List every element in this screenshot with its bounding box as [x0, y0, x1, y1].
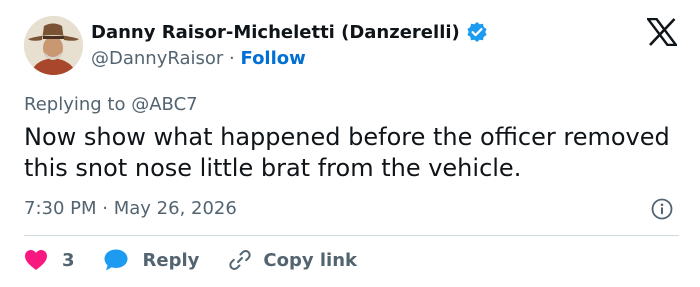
- copy-link-label: Copy link: [263, 249, 357, 271]
- like-count: 3: [62, 249, 75, 271]
- tweet-time: 7:30 PM: [24, 198, 97, 219]
- speech-bubble-icon: [104, 249, 128, 271]
- link-icon: [229, 250, 252, 270]
- x-logo-icon[interactable]: [645, 17, 679, 47]
- action-bar: 3 Reply Copy link: [24, 246, 357, 274]
- author-handle-row: @DannyRaisor · Follow: [91, 48, 306, 69]
- divider: [24, 235, 679, 236]
- timestamp-separator: ·: [102, 198, 108, 219]
- copy-link-button[interactable]: Copy link: [227, 247, 357, 273]
- tweet-date: May 26, 2026: [113, 198, 237, 219]
- verified-badge-icon: [466, 21, 488, 43]
- replying-mention[interactable]: @ABC7: [131, 94, 197, 115]
- replying-to: Replying to @ABC7: [24, 94, 198, 115]
- author-handle[interactable]: @DannyRaisor: [91, 48, 223, 69]
- reply-button[interactable]: Reply: [103, 248, 200, 272]
- replying-prefix: Replying to: [24, 94, 126, 115]
- tweet-timestamp[interactable]: 7:30 PM · May 26, 2026: [24, 198, 237, 219]
- author-display-name[interactable]: Danny Raisor-Micheletti (Danzerelli): [91, 22, 460, 43]
- handle-separator: ·: [229, 48, 235, 69]
- heart-icon: [25, 250, 47, 270]
- follow-button[interactable]: Follow: [241, 48, 306, 69]
- info-icon[interactable]: [651, 198, 673, 220]
- tweet-text: Now show what happened before the office…: [24, 123, 670, 182]
- like-button[interactable]: 3: [24, 249, 75, 271]
- reply-label: Reply: [142, 249, 200, 271]
- avatar-image: [24, 16, 83, 75]
- avatar[interactable]: [24, 16, 83, 75]
- author-name-row: Danny Raisor-Micheletti (Danzerelli): [91, 21, 488, 43]
